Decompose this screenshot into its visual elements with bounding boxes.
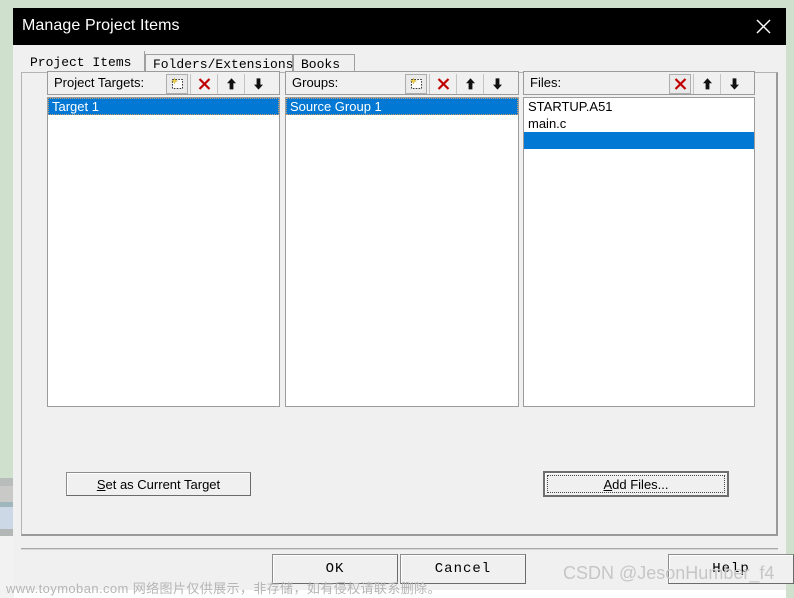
icon-separator: [693, 74, 694, 94]
close-icon[interactable]: [740, 8, 786, 45]
move-up-icon[interactable]: [696, 74, 718, 94]
backdrop-strip-6: [0, 536, 14, 598]
delete-icon[interactable]: [669, 74, 691, 94]
files-label: Files:: [530, 75, 562, 90]
tab-folders-extensions-label: Folders/Extensions: [153, 57, 294, 72]
add-files-button[interactable]: Add Files...: [543, 471, 729, 497]
add-files-label: Add Files...: [603, 476, 669, 492]
set-as-current-target-button[interactable]: Set as Current Target: [66, 472, 251, 496]
move-down-icon[interactable]: [486, 74, 508, 94]
groups-label: Groups:: [292, 75, 339, 90]
help-label: Help: [712, 561, 750, 577]
icon-separator: [190, 74, 191, 94]
files-header: Files:: [523, 71, 755, 95]
move-down-icon[interactable]: [247, 74, 269, 94]
accelerator-letter: S: [96, 476, 106, 492]
delete-icon[interactable]: [193, 74, 215, 94]
window-title: Manage Project Items: [22, 17, 180, 34]
backdrop-strip-4: [0, 507, 14, 529]
icon-separator: [483, 74, 484, 94]
footer-separator: [21, 548, 778, 550]
backdrop-strip-1: [0, 478, 14, 486]
move-down-icon[interactable]: [723, 74, 745, 94]
tab-strip: Project Items Folders/Extensions Books: [13, 45, 786, 74]
groups-column: Groups: Source Group 1: [285, 71, 519, 407]
groups-header: Groups:: [285, 71, 519, 95]
ok-button[interactable]: OK: [272, 554, 398, 584]
backdrop-strip-5: [0, 529, 14, 536]
help-button[interactable]: Help: [668, 554, 794, 584]
list-item[interactable]: main.c: [524, 115, 754, 132]
project-targets-listbox[interactable]: Target 1: [47, 97, 280, 407]
list-item[interactable]: [524, 132, 754, 149]
tab-books-label: Books: [301, 57, 341, 72]
move-up-icon[interactable]: [220, 74, 242, 94]
list-item[interactable]: STARTUP.A51: [524, 98, 754, 115]
cancel-label: Cancel: [434, 561, 492, 577]
move-up-icon[interactable]: [459, 74, 481, 94]
backdrop-green-left: [0, 0, 14, 478]
cancel-button[interactable]: Cancel: [400, 554, 526, 584]
delete-icon[interactable]: [432, 74, 454, 94]
icon-separator: [429, 74, 430, 94]
backdrop-green-right: [786, 0, 794, 598]
icon-separator: [244, 74, 245, 94]
ok-label: OK: [325, 561, 345, 577]
project-targets-label: Project Targets:: [54, 75, 145, 90]
list-item[interactable]: Target 1: [48, 98, 279, 115]
icon-separator: [217, 74, 218, 94]
backdrop-strip-2: [0, 486, 14, 502]
groups-listbox[interactable]: Source Group 1: [285, 97, 519, 407]
tab-project-items-label: Project Items: [30, 55, 132, 70]
backdrop-green-top: [0, 0, 794, 8]
manage-project-items-dialog: Manage Project Items Project Items Folde…: [13, 8, 794, 590]
project-targets-column: Project Targets: Target 1: [47, 71, 280, 407]
files-listbox[interactable]: STARTUP.A51 main.c: [523, 97, 755, 407]
set-as-current-target-label: Set as Current Target: [96, 476, 221, 492]
title-bar: Manage Project Items: [13, 8, 786, 45]
list-item[interactable]: Source Group 1: [286, 98, 518, 115]
icon-separator: [720, 74, 721, 94]
files-column: Files: STARTUP.A51 main.c: [523, 71, 755, 407]
project-targets-header: Project Targets:: [47, 71, 280, 95]
accelerator-letter: A: [603, 476, 613, 492]
new-item-icon[interactable]: [405, 74, 427, 94]
icon-separator: [456, 74, 457, 94]
new-item-icon[interactable]: [166, 74, 188, 94]
